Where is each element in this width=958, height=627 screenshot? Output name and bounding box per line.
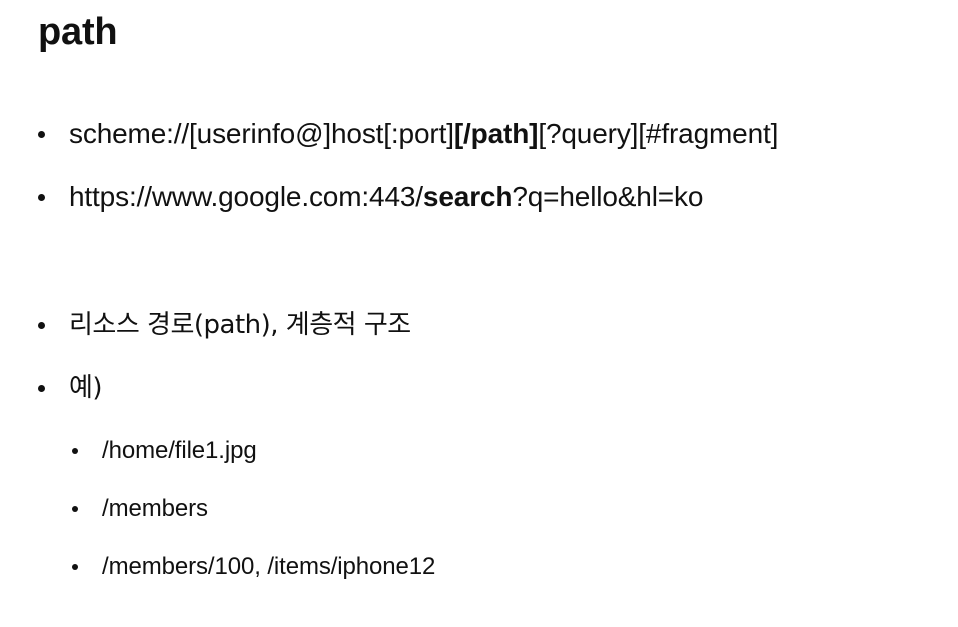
sub-bullet-dot-icon	[72, 564, 78, 570]
slide: path scheme://[userinfo@]host[:port] [/p…	[0, 0, 958, 627]
sub-bullet-dot-icon	[72, 448, 78, 454]
uri-example-path: search	[422, 181, 513, 212]
example-path-bullet: /members	[72, 491, 208, 527]
resource-path-description: 리소스 경로(path), 계층적 구조	[69, 310, 411, 340]
example-path-member-item: /members/100, /items/iphone12	[102, 553, 436, 580]
uri-syntax-before-path: scheme://[userinfo@]host[:port]	[69, 118, 454, 149]
example-path-file: /home/file1.jpg	[102, 437, 257, 464]
uri-example-bullet: https://www.google.com:443/ search ?q=he…	[38, 175, 703, 219]
example-heading: 예)	[69, 373, 103, 403]
resource-path-bullet: 리소스 경로(path), 계층적 구조	[38, 303, 411, 347]
example-path-bullet: /home/file1.jpg	[72, 433, 257, 469]
slide-title: path	[38, 11, 118, 53]
example-heading-bullet: 예)	[38, 366, 103, 410]
bullet-dot-icon	[38, 321, 45, 329]
uri-syntax-after-path: [?query][#fragment]	[538, 118, 779, 149]
example-path-members: /members	[102, 495, 208, 522]
uri-example-query: ?q=hello&hl=ko	[512, 181, 704, 212]
bullet-dot-icon	[38, 130, 45, 138]
bullet-dot-icon	[38, 384, 45, 392]
uri-example-prefix: https://www.google.com:443/	[69, 181, 423, 212]
sub-bullet-dot-icon	[72, 506, 78, 512]
uri-syntax-path: [/path]	[453, 118, 539, 149]
example-path-bullet: /members/100, /items/iphone12	[72, 549, 435, 585]
uri-syntax-bullet: scheme://[userinfo@]host[:port] [/path] …	[38, 112, 778, 156]
top-fragment	[38, 0, 156, 2]
bullet-dot-icon	[38, 193, 45, 201]
